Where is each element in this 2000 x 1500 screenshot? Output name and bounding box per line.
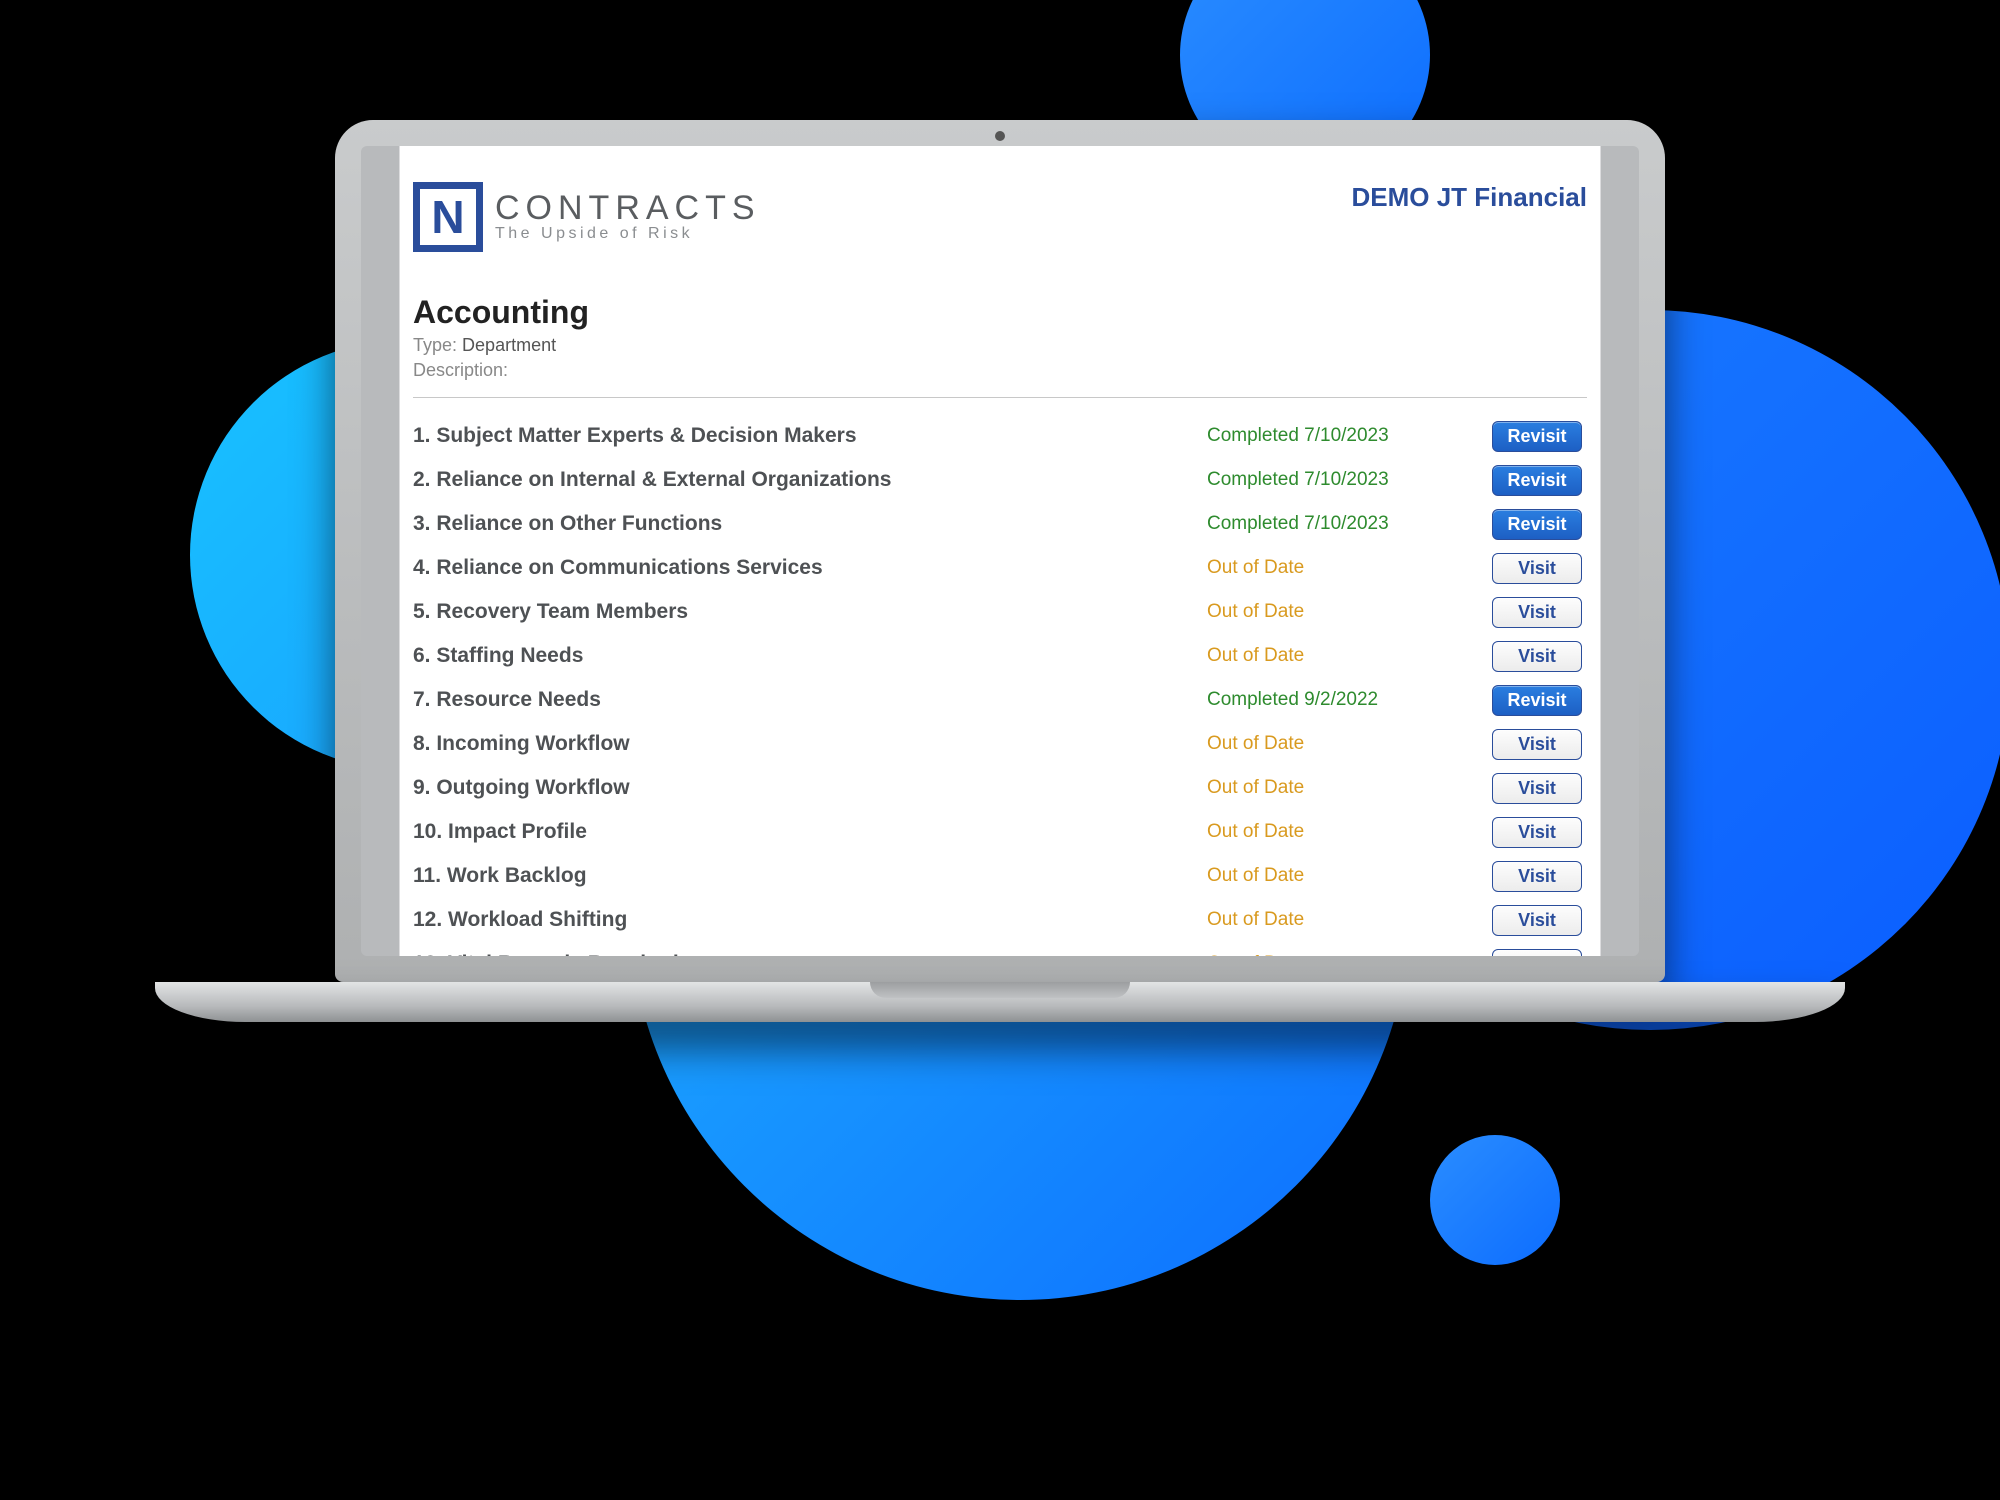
visit-button[interactable]: Visit: [1492, 905, 1582, 936]
list-item: 2. Reliance on Internal & External Organ…: [413, 464, 1587, 496]
visit-button[interactable]: Visit: [1492, 641, 1582, 672]
item-title: 3. Reliance on Other Functions: [413, 512, 1207, 536]
list-item: 6. Staffing NeedsOut of DateVisit: [413, 640, 1587, 672]
list-item: 13. Vital Records RequiredOut of Date Vis…: [413, 948, 1587, 956]
item-status: Completed 7/10/2023: [1207, 469, 1487, 491]
list-item: 1. Subject Matter Experts & Decision Mak…: [413, 420, 1587, 452]
item-status: Completed 7/10/2023: [1207, 425, 1487, 447]
page-title: Accounting: [413, 294, 1587, 331]
item-action: Visit: [1487, 553, 1587, 584]
list-item: 7. Resource NeedsCompleted 9/2/2022Revis…: [413, 684, 1587, 716]
item-status: Out of Date: [1207, 645, 1487, 667]
laptop-bezel: N CONTRACTS The Upside of Risk DEMO JT F…: [335, 120, 1665, 982]
divider: [413, 397, 1587, 398]
revisit-button[interactable]: Revisit: [1492, 685, 1582, 716]
visit-button[interactable]: Visit: [1492, 597, 1582, 628]
description-label: Description:: [413, 360, 508, 380]
item-action: Visit: [1487, 817, 1587, 848]
laptop-screen: N CONTRACTS The Upside of Risk DEMO JT F…: [361, 146, 1639, 956]
item-title: 10. Impact Profile: [413, 820, 1207, 844]
item-action: Revisit: [1487, 685, 1587, 716]
type-value: Department: [462, 335, 556, 355]
type-row: Type: Department: [413, 335, 1587, 356]
visit-button[interactable]: Visit: [1492, 553, 1582, 584]
description-row: Description:: [413, 360, 1587, 381]
item-status: Out of Date: [1207, 953, 1487, 956]
list-item: 3. Reliance on Other FunctionsCompleted …: [413, 508, 1587, 540]
visit-button[interactable]: Visit: [1492, 729, 1582, 760]
item-action: Revisit: [1487, 421, 1587, 452]
laptop-base: [155, 982, 1845, 1022]
item-status: Out of Date: [1207, 909, 1487, 931]
item-action: Visit: [1487, 729, 1587, 760]
item-action: Revisit: [1487, 509, 1587, 540]
item-title: 12. Workload Shifting: [413, 908, 1207, 932]
item-action: Visit: [1487, 949, 1587, 957]
item-status: Out of Date: [1207, 601, 1487, 623]
visit-button[interactable]: Visit: [1492, 817, 1582, 848]
logo-mark-icon: N: [413, 182, 483, 252]
logo-text: CONTRACTS The Upside of Risk: [495, 191, 761, 243]
item-status: Completed 9/2/2022: [1207, 689, 1487, 711]
item-title: 6. Staffing Needs: [413, 644, 1207, 668]
list-item: 4. Reliance on Communications ServicesOu…: [413, 552, 1587, 584]
list-item: 12. Workload ShiftingOut of DateVisit: [413, 904, 1587, 936]
tenant-name: DEMO JT Financial: [1352, 182, 1588, 213]
list-item: 10. Impact ProfileOut of DateVisit: [413, 816, 1587, 848]
decorative-circle: [1430, 1135, 1560, 1265]
revisit-button[interactable]: Revisit: [1492, 509, 1582, 540]
list-item: 5. Recovery Team MembersOut of DateVisit: [413, 596, 1587, 628]
item-action: Revisit: [1487, 465, 1587, 496]
item-action: Visit: [1487, 861, 1587, 892]
item-list: 1. Subject Matter Experts & Decision Mak…: [413, 420, 1587, 956]
list-item: 8. Incoming WorkflowOut of DateVisit: [413, 728, 1587, 760]
item-action: Visit: [1487, 905, 1587, 936]
laptop-mockup: N CONTRACTS The Upside of Risk DEMO JT F…: [335, 120, 1665, 1022]
item-status: Out of Date: [1207, 557, 1487, 579]
item-status: Out of Date: [1207, 777, 1487, 799]
item-title: 11. Work Backlog: [413, 864, 1207, 888]
list-item: 9. Outgoing WorkflowOut of DateVisit: [413, 772, 1587, 804]
revisit-button[interactable]: Revisit: [1492, 465, 1582, 496]
logo-tagline: The Upside of Risk: [495, 226, 761, 243]
item-action: Visit: [1487, 641, 1587, 672]
item-title: 8. Incoming Workflow: [413, 732, 1207, 756]
visit-button[interactable]: Visit: [1492, 861, 1582, 892]
item-status: Out of Date: [1207, 733, 1487, 755]
item-title: 13. Vital Records Required: [413, 952, 1207, 956]
list-item: 11. Work BacklogOut of DateVisit: [413, 860, 1587, 892]
item-status: Completed 7/10/2023: [1207, 513, 1487, 535]
item-title: 1. Subject Matter Experts & Decision Mak…: [413, 424, 1207, 448]
item-title: 7. Resource Needs: [413, 688, 1207, 712]
visit-button[interactable]: Visit: [1492, 949, 1582, 957]
app-content: N CONTRACTS The Upside of Risk DEMO JT F…: [399, 146, 1601, 956]
app-header: N CONTRACTS The Upside of Risk DEMO JT F…: [413, 182, 1587, 252]
item-title: 4. Reliance on Communications Services: [413, 556, 1207, 580]
visit-button[interactable]: Visit: [1492, 773, 1582, 804]
item-title: 5. Recovery Team Members: [413, 600, 1207, 624]
brand-logo: N CONTRACTS The Upside of Risk: [413, 182, 761, 252]
type-label: Type:: [413, 335, 457, 355]
item-action: Visit: [1487, 773, 1587, 804]
item-title: 2. Reliance on Internal & External Organ…: [413, 468, 1207, 492]
item-status: Out of Date: [1207, 821, 1487, 843]
revisit-button[interactable]: Revisit: [1492, 421, 1582, 452]
logo-brand: CONTRACTS: [495, 191, 761, 227]
item-title: 9. Outgoing Workflow: [413, 776, 1207, 800]
item-action: Visit: [1487, 597, 1587, 628]
item-status: Out of Date: [1207, 865, 1487, 887]
